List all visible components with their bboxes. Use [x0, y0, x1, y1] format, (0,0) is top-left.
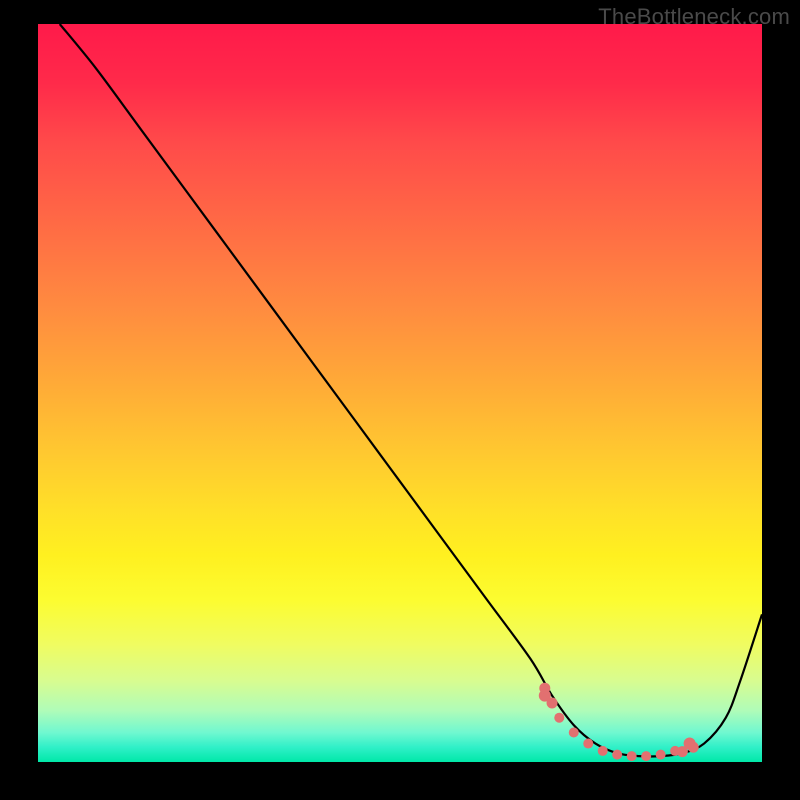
marker-dot: [554, 713, 564, 723]
marker-dot: [677, 746, 688, 757]
marker-dot: [539, 683, 550, 694]
marker-dot: [583, 739, 593, 749]
curve-svg: [38, 24, 762, 762]
marker-dot: [641, 751, 651, 761]
marker-dots: [539, 683, 699, 761]
chart-plot-area: [38, 24, 762, 762]
marker-dot: [627, 751, 637, 761]
marker-dot: [547, 697, 558, 708]
marker-dot: [569, 727, 579, 737]
marker-dot: [598, 746, 608, 756]
bottleneck-curve: [60, 24, 762, 756]
watermark-text: TheBottleneck.com: [598, 4, 790, 30]
marker-dot: [656, 750, 666, 760]
marker-dot: [688, 742, 699, 753]
marker-dot: [612, 750, 622, 760]
